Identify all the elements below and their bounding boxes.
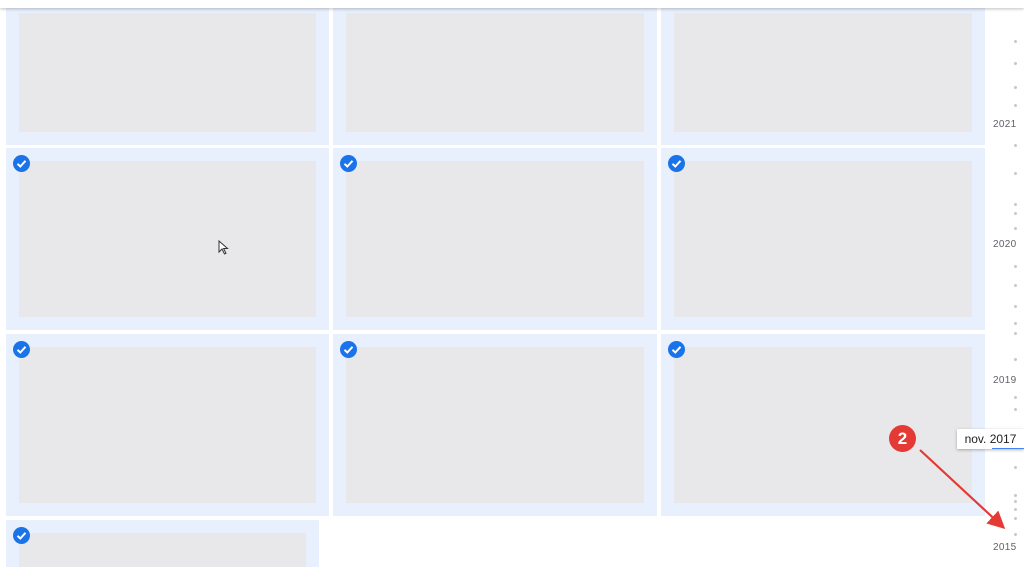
mouse-pointer-icon	[218, 240, 229, 255]
annotation-arrow-icon	[919, 449, 1006, 529]
